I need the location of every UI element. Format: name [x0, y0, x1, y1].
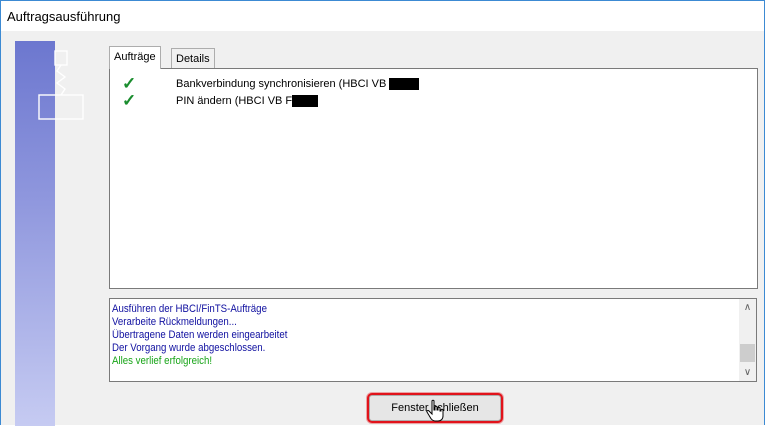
scroll-down-icon[interactable]: ∨ [739, 364, 756, 381]
log-line: Alles verlief erfolgreich! [112, 355, 213, 367]
log-scrollbar[interactable]: ∧ ∨ [739, 299, 756, 381]
wizard-document-icon [38, 50, 84, 120]
title-bar[interactable]: Auftragsausführung [1, 1, 764, 31]
log-line: Der Vorgang wurde abgeschlossen. [112, 342, 266, 354]
dialog-window: Auftragsausführung Aufträge Details ✓ Ba… [0, 0, 765, 426]
log-panel[interactable]: Ausführen der HBCI/FinTS-Aufträge Verarb… [109, 298, 757, 382]
tab-details[interactable]: Details [171, 48, 215, 69]
check-icon: ✓ [122, 91, 137, 110]
log-line: Übertragene Daten werden eingearbeitet [112, 329, 288, 341]
window-title: Auftragsausführung [7, 9, 121, 24]
log-line: Ausführen der HBCI/FinTS-Aufträge [112, 303, 267, 315]
tab-auftraege[interactable]: Aufträge [109, 46, 161, 69]
redaction-bar [292, 95, 319, 108]
task-list[interactable]: ✓ Bankverbindung synchronisieren (HBCI V… [109, 68, 758, 289]
log-line: Verarbeite Rückmeldungen... [112, 316, 237, 328]
task-label: Bankverbindung synchronisieren (HBCI VB [176, 78, 420, 91]
mouse-cursor-icon [426, 399, 444, 422]
redaction-bar [389, 78, 420, 91]
task-label: PIN ändern (HBCI VB F [176, 95, 319, 108]
scroll-up-icon[interactable]: ∧ [739, 299, 756, 316]
scroll-thumb[interactable] [740, 344, 755, 362]
